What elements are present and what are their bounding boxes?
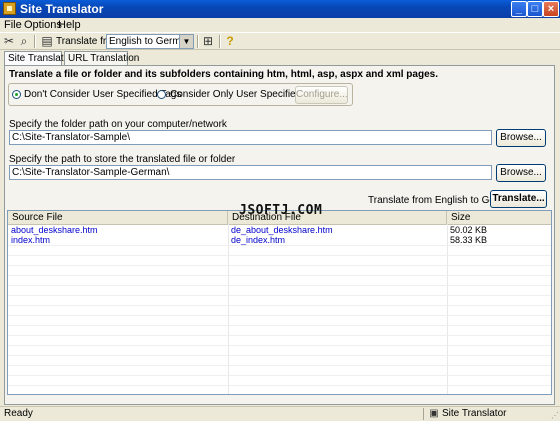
column-source-file[interactable]: Source File bbox=[8, 211, 228, 224]
search-document-icon[interactable]: ⌕ bbox=[17, 34, 31, 48]
row-divider bbox=[8, 365, 551, 366]
status-app-icon: ▣ bbox=[429, 408, 439, 419]
row-divider bbox=[8, 295, 551, 296]
status-separator bbox=[423, 408, 424, 420]
size-cell: 50.02 KB bbox=[450, 225, 488, 235]
dest-browse-button[interactable]: Browse... bbox=[496, 164, 546, 182]
grid-divider bbox=[447, 224, 448, 394]
source-file-cell[interactable]: about_deskshare.htm bbox=[8, 225, 98, 235]
dest-path-label: Specify the path to store the translated… bbox=[9, 154, 236, 165]
row-divider bbox=[8, 305, 551, 306]
column-size[interactable]: Size bbox=[447, 211, 551, 224]
toolbar-button-icon[interactable]: ⊞ bbox=[201, 34, 215, 48]
radio-consider-only-tags[interactable] bbox=[157, 90, 166, 99]
destination-file-cell[interactable]: de_about_deskshare.htm bbox=[228, 225, 333, 235]
source-path-label: Specify the folder path on your computer… bbox=[9, 119, 227, 130]
tools-icon[interactable]: ✂ bbox=[2, 34, 16, 48]
row-divider bbox=[8, 255, 551, 256]
source-path-input[interactable]: C:\Site-Translator-Sample\ bbox=[9, 130, 492, 145]
language-pair-select[interactable]: English to German ▼ bbox=[106, 34, 194, 49]
status-app-name: Site Translator bbox=[442, 408, 507, 419]
resize-grip-icon[interactable]: ⋰ bbox=[551, 411, 559, 420]
title-bar: Site Translator _ □ × bbox=[0, 0, 560, 18]
size-cell: 58.33 KB bbox=[450, 235, 488, 245]
toolbar: ✂ ⌕ ▤ Translate from English to German ▼… bbox=[0, 32, 560, 50]
toolbar-separator bbox=[219, 35, 221, 48]
chevron-down-icon[interactable]: ▼ bbox=[179, 35, 193, 48]
row-divider bbox=[8, 385, 551, 386]
row-divider bbox=[8, 285, 551, 286]
row-divider bbox=[8, 265, 551, 266]
minimize-button[interactable]: _ bbox=[511, 1, 527, 17]
help-bulb-icon[interactable]: ? bbox=[223, 34, 237, 48]
row-divider bbox=[8, 325, 551, 326]
grid-divider bbox=[228, 224, 229, 394]
row-divider bbox=[8, 275, 551, 276]
dest-path-input[interactable]: C:\Site-Translator-Sample-German\ bbox=[9, 165, 492, 180]
row-divider bbox=[8, 335, 551, 336]
toolbar-separator bbox=[197, 35, 199, 48]
row-divider bbox=[8, 245, 551, 246]
tab-url-translation[interactable]: URL Translation bbox=[64, 51, 139, 65]
status-ready: Ready bbox=[4, 408, 33, 419]
menu-help[interactable]: Help bbox=[58, 19, 81, 31]
maximize-button[interactable]: □ bbox=[527, 1, 543, 17]
menu-bar: File Options Help bbox=[0, 18, 560, 32]
table-row[interactable]: index.htm de_index.htm 58.33 KB bbox=[8, 235, 551, 245]
window-title: Site Translator bbox=[20, 2, 104, 16]
translate-button[interactable]: Translate... bbox=[490, 190, 547, 208]
toolbar-separator bbox=[34, 35, 36, 48]
results-list[interactable]: Source File Destination File Size about_… bbox=[7, 210, 552, 395]
row-divider bbox=[8, 315, 551, 316]
destination-file-cell[interactable]: de_index.htm bbox=[228, 235, 285, 245]
menu-file[interactable]: File bbox=[4, 19, 22, 31]
row-divider bbox=[8, 355, 551, 356]
configure-button[interactable]: Configure... bbox=[295, 86, 348, 104]
panel-description: Translate a file or folder and its subfo… bbox=[9, 69, 438, 80]
source-file-cell[interactable]: index.htm bbox=[8, 235, 50, 245]
menu-options[interactable]: Options bbox=[24, 19, 62, 31]
page-icon: ▤ bbox=[41, 34, 53, 48]
close-button[interactable]: × bbox=[543, 1, 559, 17]
app-icon bbox=[3, 2, 16, 15]
watermark-text: JSOFTJ.COM bbox=[239, 203, 323, 218]
source-browse-button[interactable]: Browse... bbox=[496, 129, 546, 147]
radio-dont-consider-tags[interactable] bbox=[12, 90, 21, 99]
row-divider bbox=[8, 375, 551, 376]
table-row[interactable]: about_deskshare.htm de_about_deskshare.h… bbox=[8, 225, 551, 235]
row-divider bbox=[8, 345, 551, 346]
status-bar: Ready ▣ Site Translator ⋰ bbox=[0, 406, 560, 421]
tab-site-translation[interactable]: Site Translation bbox=[4, 51, 77, 66]
